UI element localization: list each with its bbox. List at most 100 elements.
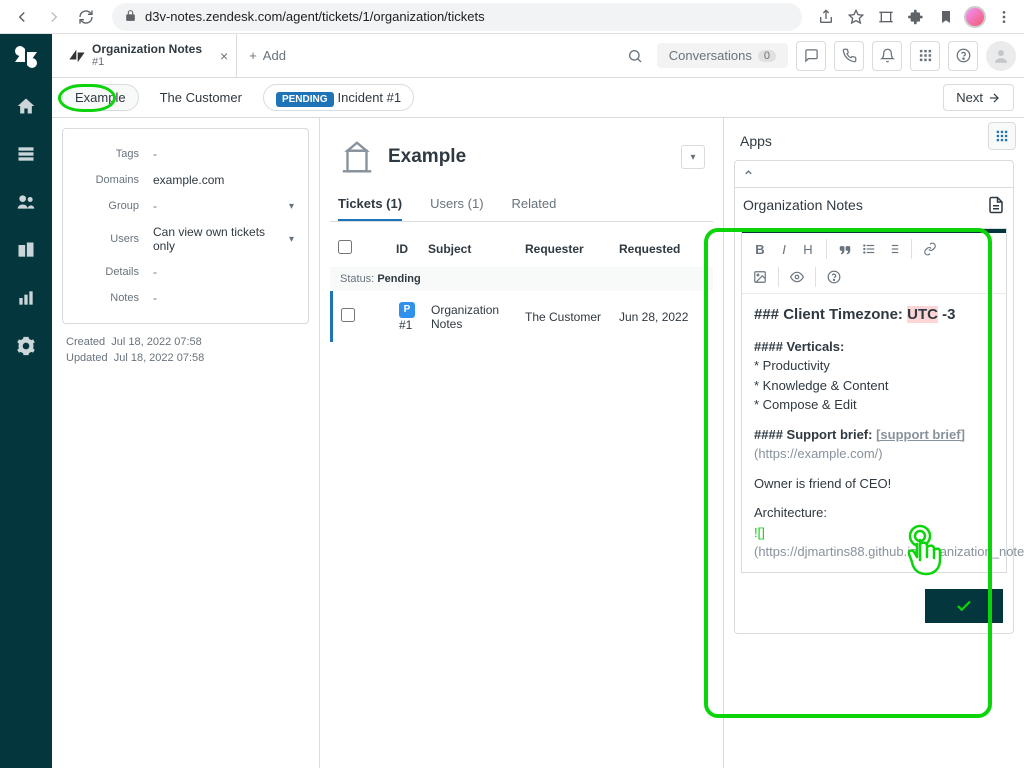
tab-example[interactable]: Example (62, 84, 139, 111)
ticket-tab-sub: #1 (92, 56, 202, 68)
users-label: Users (77, 233, 139, 245)
org-main-panel: Example ▾ Tickets (1) Users (1) Related … (320, 118, 724, 768)
details-label: Details (77, 266, 139, 278)
share-icon[interactable] (814, 3, 838, 31)
customers-icon[interactable] (14, 190, 38, 214)
link-button[interactable] (920, 239, 940, 259)
italic-button[interactable]: I (774, 239, 794, 259)
next-label: Next (956, 90, 983, 105)
ol-button[interactable] (883, 239, 903, 259)
notes-value[interactable]: - (153, 291, 294, 305)
notes-editor: B I H (741, 228, 1007, 573)
image-button[interactable] (750, 267, 770, 287)
tab-customer[interactable]: The Customer (147, 84, 255, 111)
group-value[interactable]: - (153, 199, 289, 213)
tab-tickets[interactable]: Tickets (1) (338, 188, 402, 221)
col-id[interactable]: ID (372, 242, 428, 256)
extensions-icon[interactable] (904, 3, 928, 31)
tab-incident[interactable]: PENDINGIncident #1 (263, 84, 414, 111)
row-id: #1 (399, 318, 412, 332)
close-icon[interactable]: × (220, 48, 228, 64)
heading-button[interactable]: H (798, 239, 818, 259)
app-panel-title: Organization Notes (743, 197, 863, 213)
users-value[interactable]: Can view own tickets only (153, 225, 289, 253)
organizations-icon[interactable] (14, 238, 38, 262)
star-icon[interactable] (844, 3, 868, 31)
browser-chrome: d3v-notes.zendesk.com/agent/tickets/1/or… (0, 0, 1024, 34)
chevron-down-icon[interactable]: ▾ (289, 201, 294, 212)
ticket-tab-title: Organization Notes (92, 43, 202, 56)
status-group-row: Status: Pending (330, 267, 713, 291)
plus-icon: + (249, 48, 257, 63)
preview-button[interactable] (787, 267, 807, 287)
select-all-checkbox[interactable] (338, 240, 352, 254)
editor-help-button[interactable] (824, 267, 844, 287)
help-icon[interactable] (948, 41, 978, 71)
bold-button[interactable]: B (750, 239, 770, 259)
apps-sidebar-toggle[interactable] (988, 122, 1016, 150)
org-title: Example (388, 146, 466, 168)
details-value[interactable]: - (153, 265, 294, 279)
tab-related[interactable]: Related (512, 188, 557, 221)
collapse-button[interactable] (735, 161, 1013, 188)
pending-status-badge: P (399, 302, 415, 318)
org-menu-button[interactable]: ▾ (681, 145, 705, 169)
context-tabs: Example The Customer PENDINGIncident #1 … (52, 78, 1024, 118)
row-subject: Organization Notes (431, 303, 525, 331)
add-tab-label: Add (263, 48, 286, 63)
views-icon[interactable] (14, 142, 38, 166)
created-value: Jul 18, 2022 07:58 (111, 336, 202, 348)
tags-value[interactable]: - (153, 147, 294, 161)
bookmark-tag-icon[interactable] (934, 3, 958, 31)
col-subject[interactable]: Subject (428, 242, 525, 256)
quote-button[interactable] (835, 239, 855, 259)
save-button[interactable] (925, 589, 1003, 623)
apps-grid-icon[interactable] (910, 41, 940, 71)
domains-value[interactable]: example.com (153, 173, 294, 187)
lock-icon (124, 9, 137, 25)
crop-icon[interactable] (874, 3, 898, 31)
created-label: Created (66, 336, 105, 348)
document-icon[interactable] (987, 196, 1005, 214)
reporting-icon[interactable] (14, 286, 38, 310)
browser-forward-button[interactable] (40, 3, 68, 31)
arrow-right-icon (987, 91, 1001, 105)
left-nav-rail (0, 34, 52, 768)
updated-value: Jul 18, 2022 07:58 (114, 352, 205, 364)
tab-users[interactable]: Users (1) (430, 188, 483, 221)
chevron-down-icon[interactable]: ▾ (289, 234, 294, 245)
search-icon[interactable] (621, 42, 649, 70)
table-row[interactable]: P#1 Organization Notes The Customer Jun … (330, 291, 713, 342)
url-text: d3v-notes.zendesk.com/agent/tickets/1/or… (145, 9, 485, 24)
checkmark-icon (955, 597, 973, 615)
apps-panel: Apps Organization Notes B (724, 118, 1024, 768)
notifications-icon[interactable] (872, 41, 902, 71)
col-requested[interactable]: Requested (619, 242, 705, 256)
chat-icon[interactable] (796, 41, 826, 71)
ticket-tab[interactable]: Organization Notes #1 × (60, 39, 236, 72)
domains-label: Domains (77, 174, 139, 186)
pending-badge: PENDING (276, 92, 334, 107)
ul-button[interactable] (859, 239, 879, 259)
profile-avatar[interactable] (964, 6, 986, 28)
browser-back-button[interactable] (8, 3, 36, 31)
admin-icon[interactable] (14, 334, 38, 358)
url-bar[interactable]: d3v-notes.zendesk.com/agent/tickets/1/or… (112, 3, 802, 31)
kebab-menu-icon[interactable] (992, 3, 1016, 31)
editor-content[interactable]: ### Client Timezone: UTC -3 #### Vertica… (742, 294, 1006, 572)
conversations-label: Conversations (669, 48, 752, 63)
next-button[interactable]: Next (943, 84, 1014, 111)
browser-reload-button[interactable] (72, 3, 100, 31)
notes-label: Notes (77, 292, 139, 304)
tags-label: Tags (77, 148, 139, 160)
add-tab-button[interactable]: + Add (236, 34, 298, 77)
conversations-button[interactable]: Conversations 0 (657, 43, 788, 68)
col-requester[interactable]: Requester (525, 242, 619, 256)
editor-toolbar: B I H (742, 229, 1006, 294)
row-checkbox[interactable] (341, 308, 355, 322)
home-icon[interactable] (14, 94, 38, 118)
user-avatar[interactable] (986, 41, 1016, 71)
zendesk-logo-icon[interactable] (13, 44, 39, 70)
phone-icon[interactable] (834, 41, 864, 71)
conversations-count: 0 (758, 50, 776, 62)
